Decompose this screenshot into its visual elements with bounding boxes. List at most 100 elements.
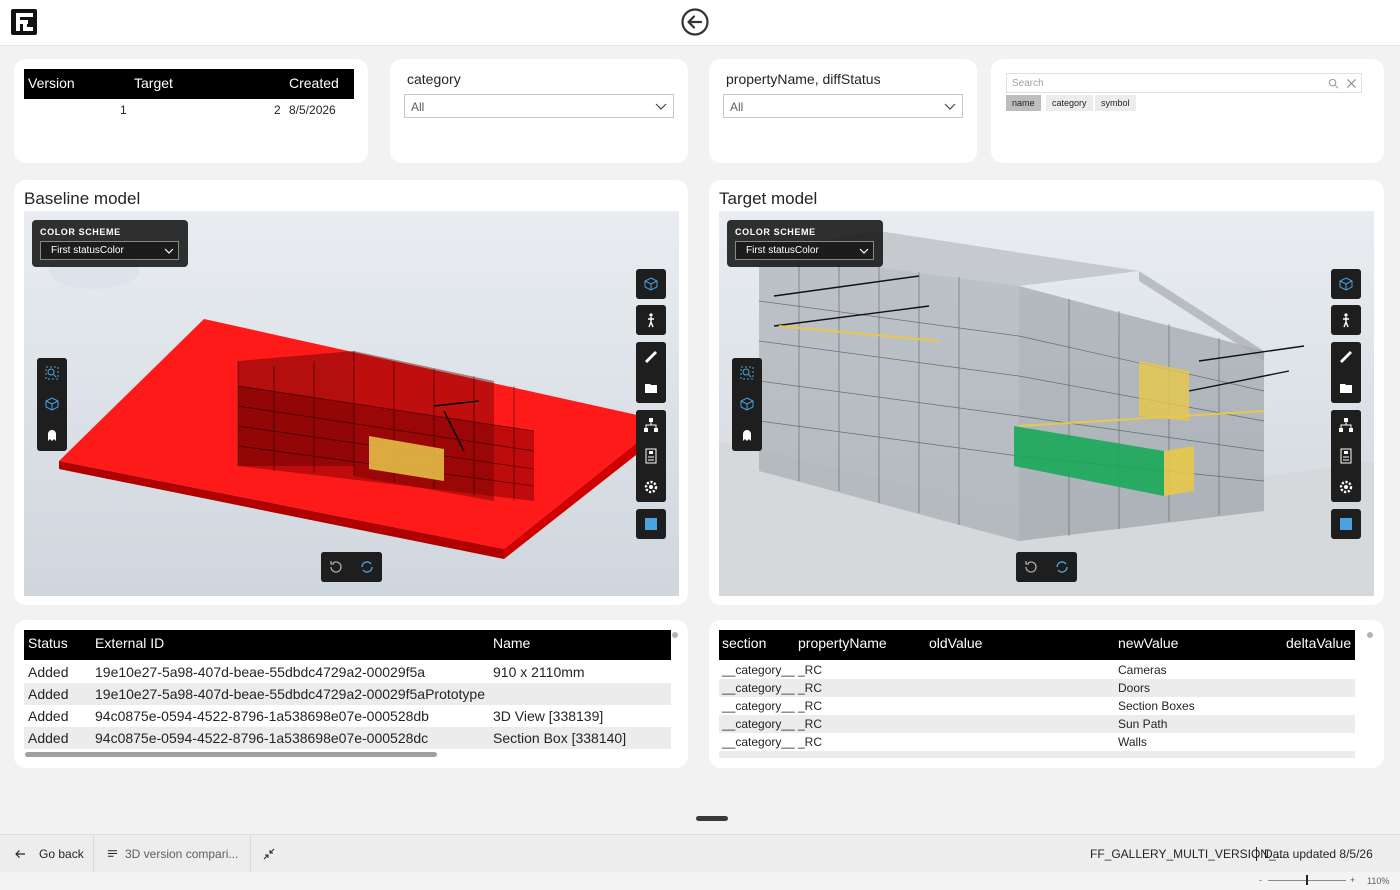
external-id-cell: 19e10e27-5a98-407d-beae-55dbdc4729a2-000… (95, 664, 426, 680)
horizontal-scrollbar[interactable] (25, 752, 437, 757)
col-target[interactable]: Target (134, 75, 173, 91)
measure-ruler-icon[interactable] (636, 342, 666, 372)
status-bar: - + 110% (0, 872, 1400, 890)
category-dropdown-value: All (411, 100, 425, 114)
baseline-bottom-toolbar (321, 552, 382, 582)
clear-icon[interactable] (1346, 78, 1357, 89)
page-drag-handle[interactable] (696, 816, 728, 821)
section-cell: __category__ (722, 699, 795, 713)
walk-person-icon[interactable] (1331, 305, 1361, 335)
measure-ruler-icon[interactable] (1331, 342, 1361, 372)
zoom-out-button[interactable]: - (1259, 875, 1262, 885)
chip-name[interactable]: name (1006, 95, 1041, 111)
sync-views-icon[interactable] (1047, 552, 1077, 582)
col-delta-value[interactable]: deltaValue (1286, 635, 1351, 651)
col-section[interactable]: section (722, 635, 766, 651)
baseline-building-render[interactable] (24, 211, 679, 596)
col-status[interactable]: Status (28, 635, 68, 651)
table-row[interactable]: __category__ _RC Cameras (719, 661, 1355, 679)
property-cell: _RC (798, 735, 823, 749)
model-tree-icon[interactable] (636, 410, 666, 440)
color-scheme-label: COLOR SCHEME (40, 227, 121, 237)
settings-gear-icon[interactable] (636, 472, 666, 502)
table-row[interactable]: Added 19e10e27-5a98-407d-beae-55dbdc4729… (24, 661, 671, 683)
property-cell: _RC (798, 663, 823, 677)
target-color-scheme-select[interactable]: First statusColor (735, 241, 874, 260)
col-new-value[interactable]: newValue (1118, 635, 1178, 651)
table-row[interactable]: __category__ _RC Sun Path (719, 715, 1355, 733)
category-dropdown[interactable]: All (404, 94, 674, 118)
search-icon[interactable] (1328, 78, 1339, 89)
target-3d-viewer[interactable]: COLOR SCHEME First statusColor (719, 211, 1374, 596)
col-version[interactable]: Version (28, 75, 75, 91)
category-slicer-card: category All (390, 59, 688, 163)
reset-view-icon[interactable] (1016, 552, 1046, 582)
zoom-fit-icon[interactable] (732, 358, 762, 388)
folder-icon[interactable] (1331, 373, 1361, 403)
search-input[interactable]: Search (1006, 73, 1362, 93)
table-row[interactable]: __category__ _RC Walls (719, 733, 1355, 751)
elements-table-card: Status External ID Name Added 19e10e27-5… (14, 620, 688, 768)
external-id-cell: 19e10e27-5a98-407d-beae-55dbdc4729a2-000… (95, 686, 485, 702)
vertical-scrollbar[interactable] (672, 632, 678, 638)
circle-arrow-left-icon[interactable] (680, 7, 710, 37)
divider (1256, 847, 1257, 861)
status-cell: Added (28, 730, 69, 746)
table-row[interactable]: __category__ _RC Doors (719, 679, 1355, 697)
vertical-scrollbar[interactable] (1367, 632, 1373, 638)
properties-icon[interactable] (636, 441, 666, 471)
baseline-right-toolbar-group1 (636, 342, 666, 403)
cube-view-icon[interactable] (1331, 269, 1361, 299)
category-slicer-title: category (407, 71, 461, 87)
chip-symbol[interactable]: symbol (1095, 95, 1136, 111)
cube-view-icon[interactable] (636, 269, 666, 299)
col-property-name[interactable]: propertyName (798, 635, 887, 651)
folder-icon[interactable] (636, 373, 666, 403)
diff-table: section propertyName oldValue newValue d… (719, 630, 1355, 758)
settings-gear-icon[interactable] (1331, 472, 1361, 502)
properties-icon[interactable] (1331, 441, 1361, 471)
baseline-color-scheme-select[interactable]: First statusColor (40, 241, 179, 260)
orbit-cube-icon[interactable] (732, 389, 762, 419)
sync-views-icon[interactable] (352, 552, 382, 582)
target-building-render[interactable] (719, 211, 1374, 596)
col-created[interactable]: Created (289, 75, 339, 91)
col-external-id[interactable]: External ID (95, 635, 164, 651)
table-row[interactable]: __category__ _RC Section Boxes (719, 697, 1355, 715)
orbit-cube-icon[interactable] (37, 389, 67, 419)
collapse-icon[interactable] (263, 848, 275, 860)
table-row[interactable]: Added 94c0875e-0594-4522-8796-1a538698e0… (24, 727, 671, 749)
zoom-slider-thumb[interactable] (1306, 875, 1308, 885)
name-cell: Section Box [338140] (493, 730, 627, 746)
ghost-icon[interactable] (37, 420, 67, 450)
baseline-model-title: Baseline model (24, 189, 141, 208)
property-dropdown[interactable]: All (723, 94, 963, 118)
baseline-color-scheme-panel: COLOR SCHEME First statusColor (32, 220, 188, 267)
zoom-in-button[interactable]: + (1350, 875, 1355, 885)
table-row[interactable]: Added 94c0875e-0594-4522-8796-1a538698e0… (24, 705, 671, 727)
flowfuse-logo[interactable] (10, 8, 38, 36)
table-row[interactable]: Added 19e10e27-5a98-407d-beae-55dbdc4729… (24, 683, 671, 705)
walk-person-icon[interactable] (636, 305, 666, 335)
table-row[interactable]: 1 2 8/5/2026 (24, 99, 354, 119)
fullscreen-icon[interactable] (1331, 509, 1361, 539)
ghost-icon[interactable] (732, 420, 762, 450)
target-right-toolbar-group2 (1331, 410, 1361, 502)
model-tree-icon[interactable] (1331, 410, 1361, 440)
chip-category[interactable]: category (1046, 95, 1093, 111)
page-selector[interactable]: 3D version compari... (107, 847, 241, 863)
col-name[interactable]: Name (493, 635, 530, 651)
zoom-slider[interactable] (1268, 875, 1346, 885)
external-id-cell: 94c0875e-0594-4522-8796-1a538698e07e-000… (95, 708, 429, 724)
col-old-value[interactable]: oldValue (929, 635, 982, 651)
zoom-fit-icon[interactable] (37, 358, 67, 388)
baseline-3d-viewer[interactable]: COLOR SCHEME First statusColor (24, 211, 679, 596)
reset-view-icon[interactable] (321, 552, 351, 582)
version-value: 1 (120, 103, 127, 117)
table-row-partial[interactable] (719, 751, 1355, 758)
fullscreen-icon[interactable] (636, 509, 666, 539)
property-cell: _RC (798, 699, 823, 713)
target-bottom-toolbar (1016, 552, 1077, 582)
go-back-label: Go back (39, 847, 84, 861)
go-back-button[interactable]: Go back (14, 847, 84, 863)
